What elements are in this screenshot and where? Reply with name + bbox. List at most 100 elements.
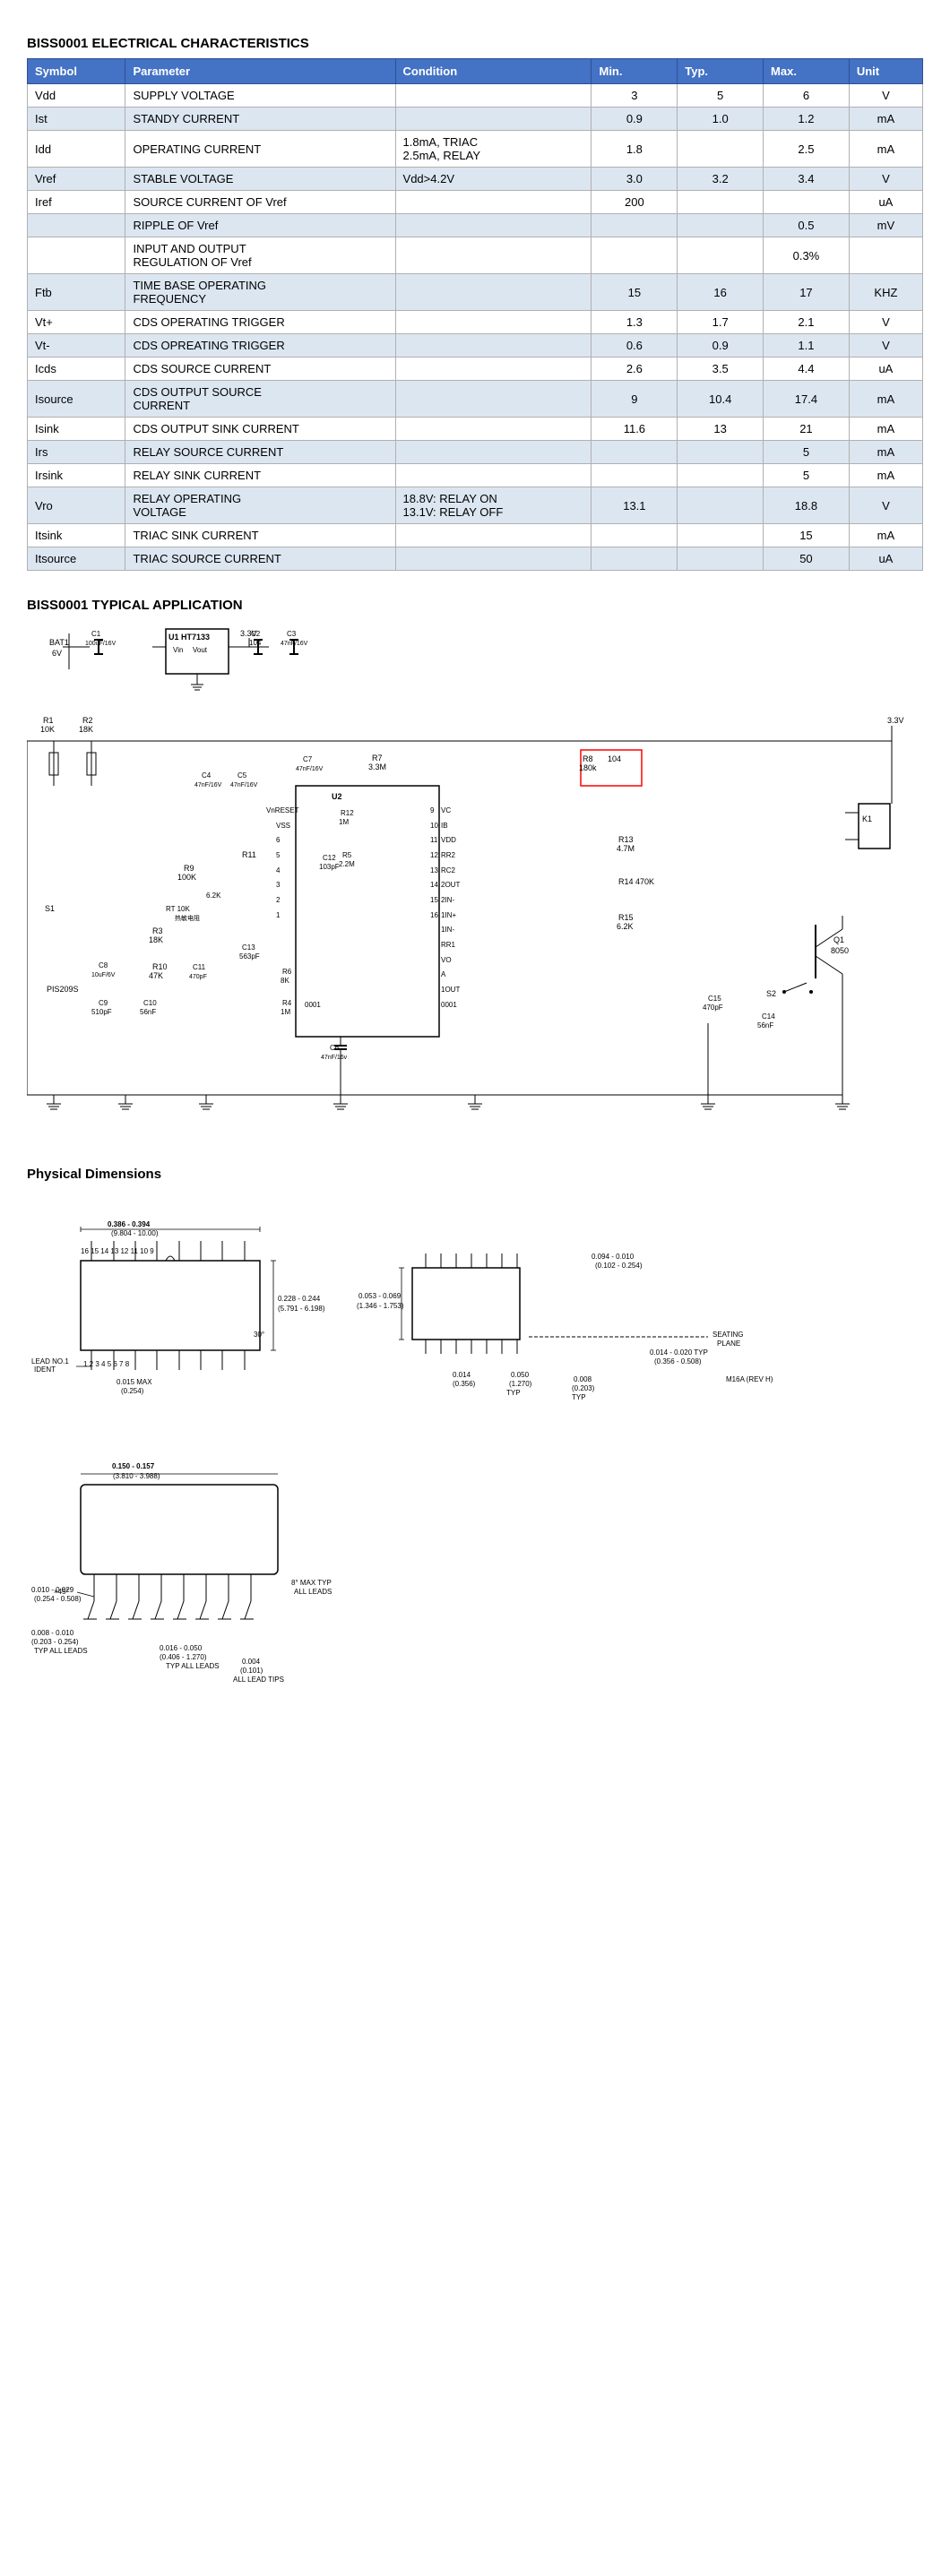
svg-text:2OUT: 2OUT — [441, 881, 460, 889]
svg-text:S2: S2 — [766, 989, 776, 998]
svg-text:C5: C5 — [238, 771, 247, 780]
table-row: IrefSOURCE CURRENT OF Vref200uA — [28, 191, 923, 214]
svg-text:VO: VO — [441, 956, 452, 964]
svg-text:C1: C1 — [91, 630, 101, 638]
svg-text:0.008: 0.008 — [574, 1375, 592, 1383]
table-header-row: SymbolParameterConditionMin.Typ.Max.Unit — [28, 59, 923, 84]
table-row: FtbTIME BASE OPERATINGFREQUENCY151617KHZ — [28, 274, 923, 311]
svg-text:ALL LEAD TIPS: ALL LEAD TIPS — [233, 1676, 284, 1684]
table-row: IcdsCDS SOURCE CURRENT2.63.54.4uA — [28, 358, 923, 381]
table-cell: 5 — [764, 464, 850, 487]
table-row: IsinkCDS OUTPUT SINK CURRENT11.61321mA — [28, 418, 923, 441]
table-cell: uA — [849, 547, 922, 571]
svg-text:14: 14 — [430, 881, 438, 889]
svg-text:R9: R9 — [184, 864, 194, 873]
table-cell — [395, 84, 592, 108]
table-cell — [28, 214, 125, 237]
svg-text:5: 5 — [276, 851, 281, 859]
table-cell — [678, 191, 764, 214]
table-cell: mA — [849, 441, 922, 464]
svg-text:U1 HT7133: U1 HT7133 — [168, 633, 210, 642]
svg-text:4: 4 — [276, 866, 281, 874]
table-cell — [395, 547, 592, 571]
svg-text:VnRESET: VnRESET — [266, 806, 299, 814]
svg-text:100K: 100K — [177, 873, 196, 882]
table-header-cell: Symbol — [28, 59, 125, 84]
svg-text:0.053 - 0.069: 0.053 - 0.069 — [358, 1292, 402, 1300]
svg-text:510pF: 510pF — [91, 1008, 112, 1016]
svg-text:3.3M: 3.3M — [368, 762, 386, 771]
svg-text:1: 1 — [276, 911, 281, 919]
table-cell — [592, 214, 678, 237]
svg-text:(1.270): (1.270) — [509, 1380, 532, 1388]
table-cell: Vref — [28, 168, 125, 191]
svg-text:0.228 - 0.244: 0.228 - 0.244 — [278, 1295, 321, 1303]
svg-text:热敏电阻: 热敏电阻 — [175, 914, 200, 922]
table-cell: 0.9 — [592, 108, 678, 131]
svg-text:R15: R15 — [618, 913, 634, 922]
table-cell: TIME BASE OPERATINGFREQUENCY — [125, 274, 395, 311]
svg-text:C12: C12 — [323, 854, 336, 862]
svg-text:K1: K1 — [862, 814, 872, 823]
table-cell: Ist — [28, 108, 125, 131]
table-cell: 4.4 — [764, 358, 850, 381]
svg-text:0.094 - 0.010: 0.094 - 0.010 — [592, 1253, 635, 1261]
table-cell: KHZ — [849, 274, 922, 311]
table-cell: 6 — [764, 84, 850, 108]
circuit-diagram: U1 HT7133 Vin Vout 3.3V BAT1 6V C1 100uF… — [27, 620, 923, 1140]
svg-text:R14 470K: R14 470K — [618, 877, 654, 886]
svg-text:3.3V: 3.3V — [887, 716, 904, 725]
table-cell: Icds — [28, 358, 125, 381]
svg-text:(0.356 - 0.508): (0.356 - 0.508) — [654, 1357, 702, 1366]
table-cell — [678, 441, 764, 464]
table-cell: SOURCE CURRENT OF Vref — [125, 191, 395, 214]
svg-text:R13: R13 — [618, 835, 634, 844]
svg-text:47nF/16V: 47nF/16V — [194, 782, 222, 788]
table-cell — [678, 214, 764, 237]
svg-text:0.050: 0.050 — [511, 1371, 530, 1379]
table-cell — [678, 487, 764, 524]
table-cell: Iref — [28, 191, 125, 214]
svg-text:1IN-: 1IN- — [441, 926, 454, 934]
table-cell — [395, 358, 592, 381]
table-cell: 3.2 — [678, 168, 764, 191]
svg-text:R7: R7 — [372, 754, 383, 762]
table-cell — [592, 237, 678, 274]
table-cell: CDS OUTPUT SOURCECURRENT — [125, 381, 395, 418]
table-cell — [678, 547, 764, 571]
svg-text:R6: R6 — [282, 968, 292, 976]
svg-text:R1: R1 — [43, 716, 54, 725]
svg-text:BAT1: BAT1 — [49, 638, 69, 647]
svg-text:TYP ALL LEADS: TYP ALL LEADS — [166, 1662, 220, 1670]
svg-text:C15: C15 — [708, 995, 721, 1003]
table-row: RIPPLE OF Vref0.5mV — [28, 214, 923, 237]
svg-text:IDENT: IDENT — [34, 1366, 56, 1374]
svg-text:S1: S1 — [45, 904, 55, 913]
svg-text:Vout: Vout — [193, 646, 208, 654]
table-cell: 1.8 — [592, 131, 678, 168]
phys-section: Physical Dimensions 16 15 14 13 12 11 10… — [27, 1167, 923, 1727]
table-cell — [678, 131, 764, 168]
svg-text:2: 2 — [276, 896, 281, 904]
table-cell: 2.6 — [592, 358, 678, 381]
table-cell: Vt- — [28, 334, 125, 358]
table-cell: 11.6 — [592, 418, 678, 441]
svg-text:1OUT: 1OUT — [441, 986, 460, 994]
app-title: BISS0001 TYPICAL APPLICATION — [27, 598, 923, 613]
table-cell: RELAY SOURCE CURRENT — [125, 441, 395, 464]
table-cell: 15 — [592, 274, 678, 311]
svg-text:13: 13 — [430, 866, 438, 874]
table-cell: 3.5 — [678, 358, 764, 381]
table-cell: 50 — [764, 547, 850, 571]
svg-text:10K: 10K — [40, 725, 55, 734]
table-cell: SUPPLY VOLTAGE — [125, 84, 395, 108]
svg-text:Vin: Vin — [173, 646, 183, 654]
table-cell: 3.0 — [592, 168, 678, 191]
ec-section: BISS0001 ELECTRICAL CHARACTERISTICS Symb… — [27, 36, 923, 571]
svg-text:30°: 30° — [254, 1331, 264, 1339]
svg-text:LEAD NO.1: LEAD NO.1 — [31, 1357, 69, 1366]
svg-text:180k: 180k — [579, 763, 597, 772]
table-cell: STABLE VOLTAGE — [125, 168, 395, 191]
table-cell — [395, 464, 592, 487]
table-cell: 5 — [764, 441, 850, 464]
